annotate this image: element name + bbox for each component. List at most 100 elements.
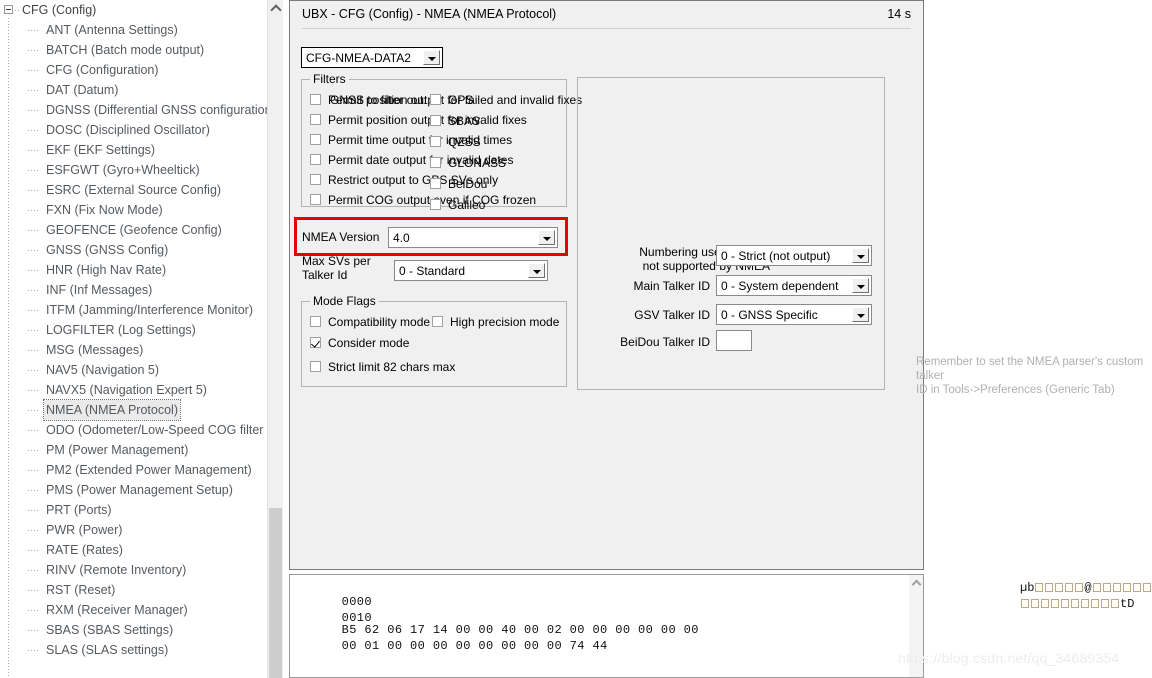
- tree-scrollbar-thumb[interactable]: [269, 508, 282, 678]
- config-tree-panel[interactable]: CFG (Config) ANT (Antenna Settings) BATCH …: [0, 0, 283, 678]
- tree-item-27[interactable]: RINV (Remote Inventory): [0, 560, 268, 580]
- tree-item-3[interactable]: DAT (Datum): [0, 80, 268, 100]
- tree-item-22[interactable]: PM2 (Extended Power Management): [0, 460, 268, 480]
- main-talker-combobox[interactable]: 0 - System dependent: [716, 275, 872, 296]
- gnss-filter-checkbox-row[interactable]: GLONASS: [430, 155, 506, 172]
- tree-item-26[interactable]: RATE (Rates): [0, 540, 268, 560]
- tree-item-label: RINV (Remote Inventory): [46, 563, 187, 577]
- checkbox-icon[interactable]: [310, 361, 321, 372]
- max-svs-label: Max SVs per Talker Id: [302, 254, 371, 282]
- checkbox-icon[interactable]: [430, 199, 441, 210]
- watermark-text: https://blog.csdn.net/qq_34689354: [898, 650, 1120, 666]
- gnss-filter-checkbox-row[interactable]: BeiDou: [430, 176, 487, 193]
- tree-item-5[interactable]: DOSC (Disciplined Oscillator): [0, 120, 268, 140]
- max-svs-combobox[interactable]: 0 - Standard: [394, 260, 548, 281]
- chevron-down-icon[interactable]: [538, 230, 555, 245]
- tree-item-28[interactable]: RST (Reset): [0, 580, 268, 600]
- unprintable-glyph: [1071, 599, 1079, 608]
- chevron-down-icon[interactable]: [852, 307, 869, 322]
- tree-item-label: DGNSS (Differential GNSS configuration: [46, 103, 272, 117]
- checkbox-icon[interactable]: [310, 134, 321, 145]
- tree-item-21[interactable]: PM (Power Management): [0, 440, 268, 460]
- tree-scrollbar[interactable]: [267, 0, 283, 678]
- tree-item-20[interactable]: ODO (Odometer/Low-Speed COG filter: [0, 420, 268, 440]
- mode-flag-checkbox-row[interactable]: Consider mode: [310, 335, 409, 352]
- chevron-down-icon[interactable]: [423, 50, 440, 65]
- tree-item-10[interactable]: GEOFENCE (Geofence Config): [0, 220, 268, 240]
- tree-item-18[interactable]: NAVX5 (Navigation Expert 5): [0, 380, 268, 400]
- checkbox-icon[interactable]: [430, 178, 441, 189]
- tree-item-23[interactable]: PMS (Power Management Setup): [0, 480, 268, 500]
- tree-item-15[interactable]: LOGFILTER (Log Settings): [0, 320, 268, 340]
- tree-item-30[interactable]: SBAS (SBAS Settings): [0, 620, 268, 640]
- checkbox-icon[interactable]: [310, 114, 321, 125]
- tree-item-0[interactable]: ANT (Antenna Settings): [0, 20, 268, 40]
- tree-item-label: SBAS (SBAS Settings): [46, 623, 174, 637]
- checkbox-icon[interactable]: [310, 337, 321, 348]
- tree-item-25[interactable]: PWR (Power): [0, 520, 268, 540]
- unprintable-glyph: [1102, 583, 1111, 592]
- max-svs-label-line1: Max SVs per: [302, 254, 371, 268]
- config-tree-list[interactable]: CFG (Config) ANT (Antenna Settings) BATCH …: [0, 0, 272, 660]
- checkbox-icon[interactable]: [310, 154, 321, 165]
- checkbox-icon[interactable]: [310, 94, 321, 105]
- tree-item-31[interactable]: SLAS (SLAS settings): [0, 640, 268, 660]
- unprintable-glyph: [1091, 599, 1099, 608]
- tree-item-6[interactable]: EKF (EKF Settings): [0, 140, 268, 160]
- gnss-filter-checkbox-row[interactable]: QZSS: [430, 134, 481, 151]
- minus-box-icon[interactable]: [4, 5, 13, 14]
- beidou-talker-input[interactable]: [716, 330, 752, 351]
- filter-checkbox-row[interactable]: Permit position output for invalid fixes: [310, 112, 527, 129]
- tree-item-1[interactable]: BATCH (Batch mode output): [0, 40, 268, 60]
- checkbox-icon[interactable]: [310, 194, 321, 205]
- tree-item-14[interactable]: ITFM (Jamming/Interference Monitor): [0, 300, 268, 320]
- mode-flag-checkbox-row[interactable]: High precision mode: [432, 314, 559, 331]
- tree-item-19[interactable]: NMEA (NMEA Protocol): [0, 399, 268, 421]
- checkbox-icon[interactable]: [430, 136, 441, 147]
- mode-flag-checkbox-row[interactable]: Strict limit 82 chars max: [310, 359, 455, 376]
- checkbox-icon[interactable]: [432, 316, 443, 327]
- gnss-filter-label: SBAS: [448, 114, 481, 128]
- checkbox-icon[interactable]: [430, 94, 441, 105]
- tree-item-17[interactable]: NAV5 (Navigation 5): [0, 360, 268, 380]
- checkbox-icon[interactable]: [430, 115, 441, 126]
- filter-checkbox-row[interactable]: Permit time output for invalid times: [310, 132, 512, 149]
- message-type-combobox[interactable]: CFG-NMEA-DATA2: [301, 47, 443, 68]
- gnss-filter-checkbox-row[interactable]: SBAS: [430, 113, 480, 130]
- gsv-talker-combobox[interactable]: 0 - GNSS Specific: [716, 304, 872, 325]
- mode-flag-label: Compatibility mode: [328, 315, 431, 329]
- filter-label: Permit time output for invalid times: [328, 133, 513, 147]
- tree-item-label: ITFM (Jamming/Interference Monitor): [46, 303, 253, 317]
- sv-numbering-combobox[interactable]: 0 - Strict (not output): [716, 245, 872, 266]
- tree-item-4[interactable]: DGNSS (Differential GNSS configuration: [0, 100, 272, 120]
- scroll-up-arrow-icon[interactable]: [268, 0, 283, 16]
- checkbox-icon[interactable]: [430, 157, 441, 168]
- checkbox-icon[interactable]: [310, 316, 321, 327]
- app-root: CFG (Config) ANT (Antenna Settings) BATCH …: [0, 0, 1152, 678]
- tree-item-root[interactable]: CFG (Config): [0, 0, 268, 20]
- tree-item-16[interactable]: MSG (Messages): [0, 340, 268, 360]
- ascii-text: @: [1084, 581, 1092, 595]
- filter-checkbox-row[interactable]: Permit COG output even if COG frozen: [310, 192, 536, 209]
- unprintable-glyph: [1055, 583, 1064, 592]
- tree-item-2[interactable]: CFG (Configuration): [0, 60, 268, 80]
- scroll-up-arrow-icon[interactable]: [909, 575, 923, 590]
- mode-flag-checkbox-row[interactable]: Compatibility mode: [310, 314, 430, 331]
- tree-item-9[interactable]: FXN (Fix Now Mode): [0, 200, 268, 220]
- tree-item-8[interactable]: ESRC (External Source Config): [0, 180, 268, 200]
- hex-dump-panel[interactable]: 0000 B5 62 06 17 14 00 00 40 00 02 00 00…: [289, 574, 1151, 678]
- tree-item-29[interactable]: RXM (Receiver Manager): [0, 600, 268, 620]
- checkbox-icon[interactable]: [310, 174, 321, 185]
- chevron-down-icon[interactable]: [528, 263, 545, 278]
- tree-item-12[interactable]: HNR (High Nav Rate): [0, 260, 268, 280]
- tree-item-7[interactable]: ESFGWT (Gyro+Wheeltick): [0, 160, 268, 180]
- tree-item-label: FXN (Fix Now Mode): [46, 203, 163, 217]
- gnss-filter-checkbox-row[interactable]: GPS: [430, 92, 473, 109]
- tree-item-13[interactable]: INF (Inf Messages): [0, 280, 268, 300]
- tree-item-24[interactable]: PRT (Ports): [0, 500, 268, 520]
- nmea-version-combobox[interactable]: 4.0: [388, 227, 558, 248]
- tree-item-11[interactable]: GNSS (GNSS Config): [0, 240, 268, 260]
- chevron-down-icon[interactable]: [852, 248, 869, 263]
- chevron-down-icon[interactable]: [852, 278, 869, 293]
- gnss-filter-checkbox-row[interactable]: Galileo: [430, 197, 485, 214]
